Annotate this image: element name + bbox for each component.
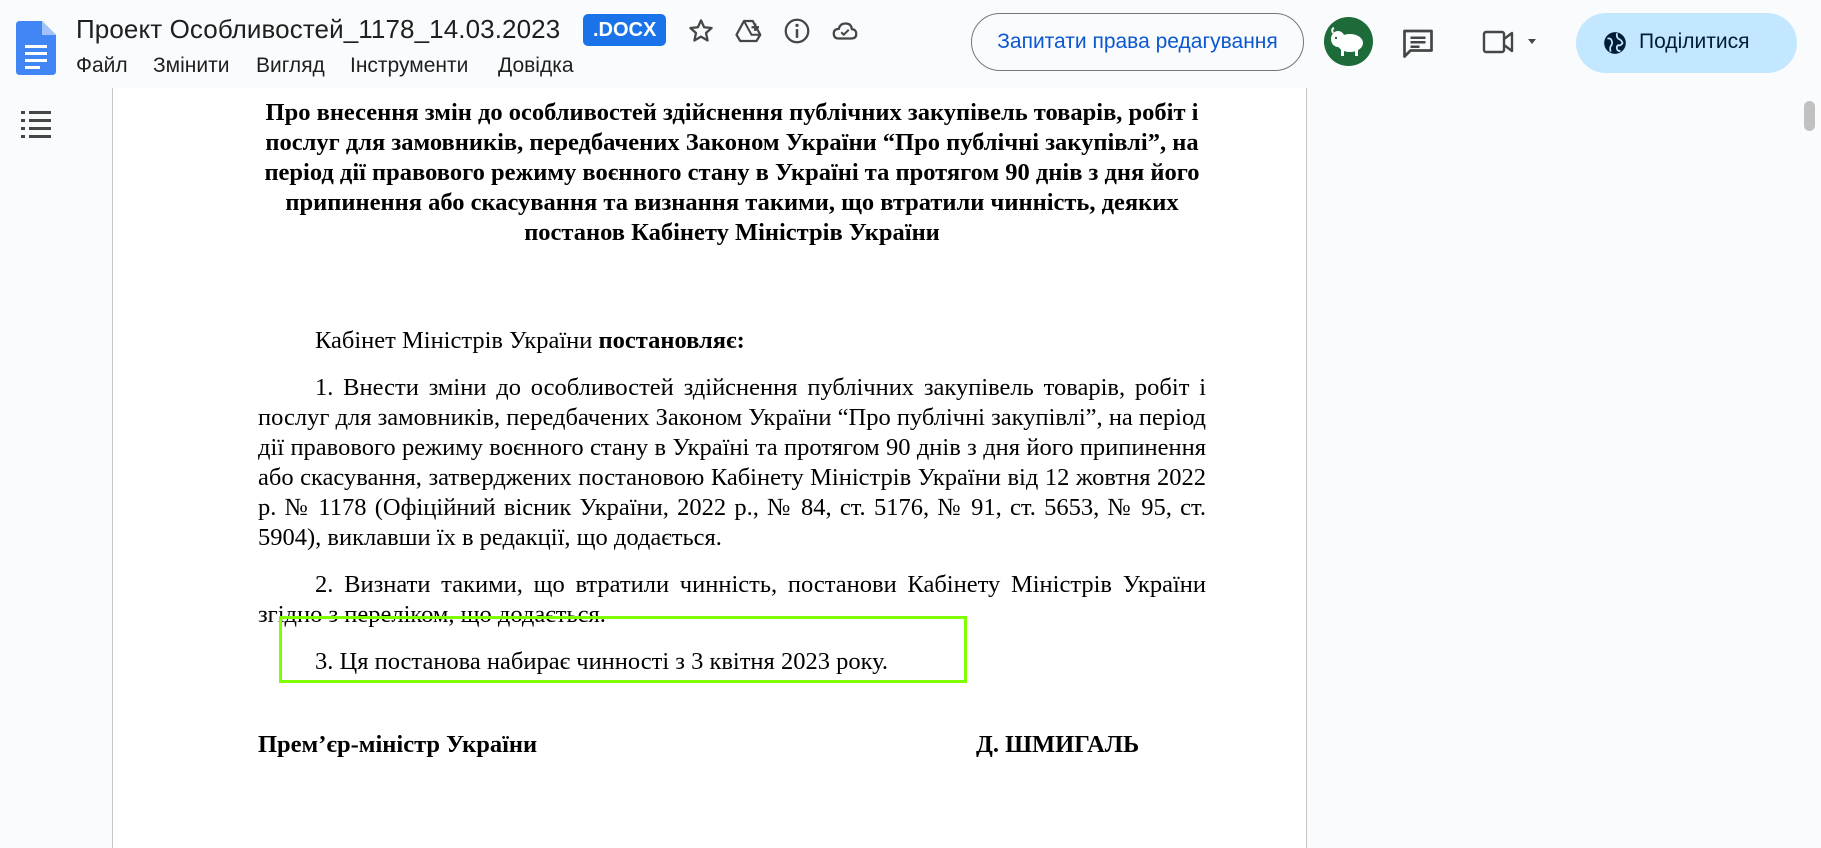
menu-tools[interactable]: Інструменти bbox=[350, 54, 468, 78]
globe-icon bbox=[1604, 32, 1626, 54]
menu-file[interactable]: Файл bbox=[76, 54, 128, 78]
info-icon[interactable] bbox=[782, 16, 812, 46]
share-label: Поділитися bbox=[1639, 30, 1750, 53]
file-format-badge: .DOCX bbox=[583, 14, 667, 46]
document-title[interactable]: Проект Особливостей_1178_14.03.2023 bbox=[76, 14, 560, 45]
menu-edit[interactable]: Змінити bbox=[153, 54, 229, 78]
app-header: Проект Особливостей_1178_14.03.2023 .DOC… bbox=[0, 0, 1821, 88]
signature-name: Д. ШМИГАЛЬ bbox=[976, 731, 1140, 758]
document-body[interactable]: Про внесення змін до особливостей здійсн… bbox=[258, 98, 1206, 758]
highlight-box bbox=[279, 616, 967, 683]
comments-icon[interactable] bbox=[1400, 25, 1436, 61]
intro-text: Кабінет Міністрів України bbox=[315, 327, 599, 354]
paragraph-1: 1. Внести зміни до особливостей здійснен… bbox=[258, 374, 1206, 551]
avatar[interactable] bbox=[1324, 17, 1373, 66]
intro-paragraph: Кабінет Міністрів України постановляє: bbox=[258, 326, 1206, 356]
share-button[interactable]: Поділитися bbox=[1576, 13, 1797, 73]
intro-bold-text: постановляє: bbox=[598, 327, 745, 354]
video-camera-icon bbox=[1482, 30, 1514, 54]
document-outline-icon[interactable] bbox=[18, 108, 54, 138]
bison-icon bbox=[1331, 27, 1363, 56]
move-to-drive-icon[interactable] bbox=[734, 16, 764, 46]
scrollbar-thumb[interactable] bbox=[1804, 101, 1815, 131]
cloud-status-icon[interactable] bbox=[830, 16, 860, 46]
menu-view[interactable]: Вигляд bbox=[256, 54, 325, 78]
request-edit-access-button[interactable]: Запитати права редагування bbox=[971, 13, 1304, 71]
menu-help[interactable]: Довідка bbox=[498, 54, 574, 78]
document-page[interactable]: Про внесення змін до особливостей здійсн… bbox=[112, 88, 1307, 848]
chevron-down-icon bbox=[1528, 39, 1536, 44]
meet-button[interactable] bbox=[1476, 20, 1548, 64]
google-docs-logo-icon[interactable] bbox=[16, 21, 56, 75]
document-heading: Про внесення змін до особливостей здійсн… bbox=[264, 99, 1200, 246]
signature-title: Прем’єр-міністр України bbox=[258, 731, 538, 758]
star-icon[interactable] bbox=[686, 16, 716, 46]
scrollbar[interactable] bbox=[1800, 88, 1821, 842]
